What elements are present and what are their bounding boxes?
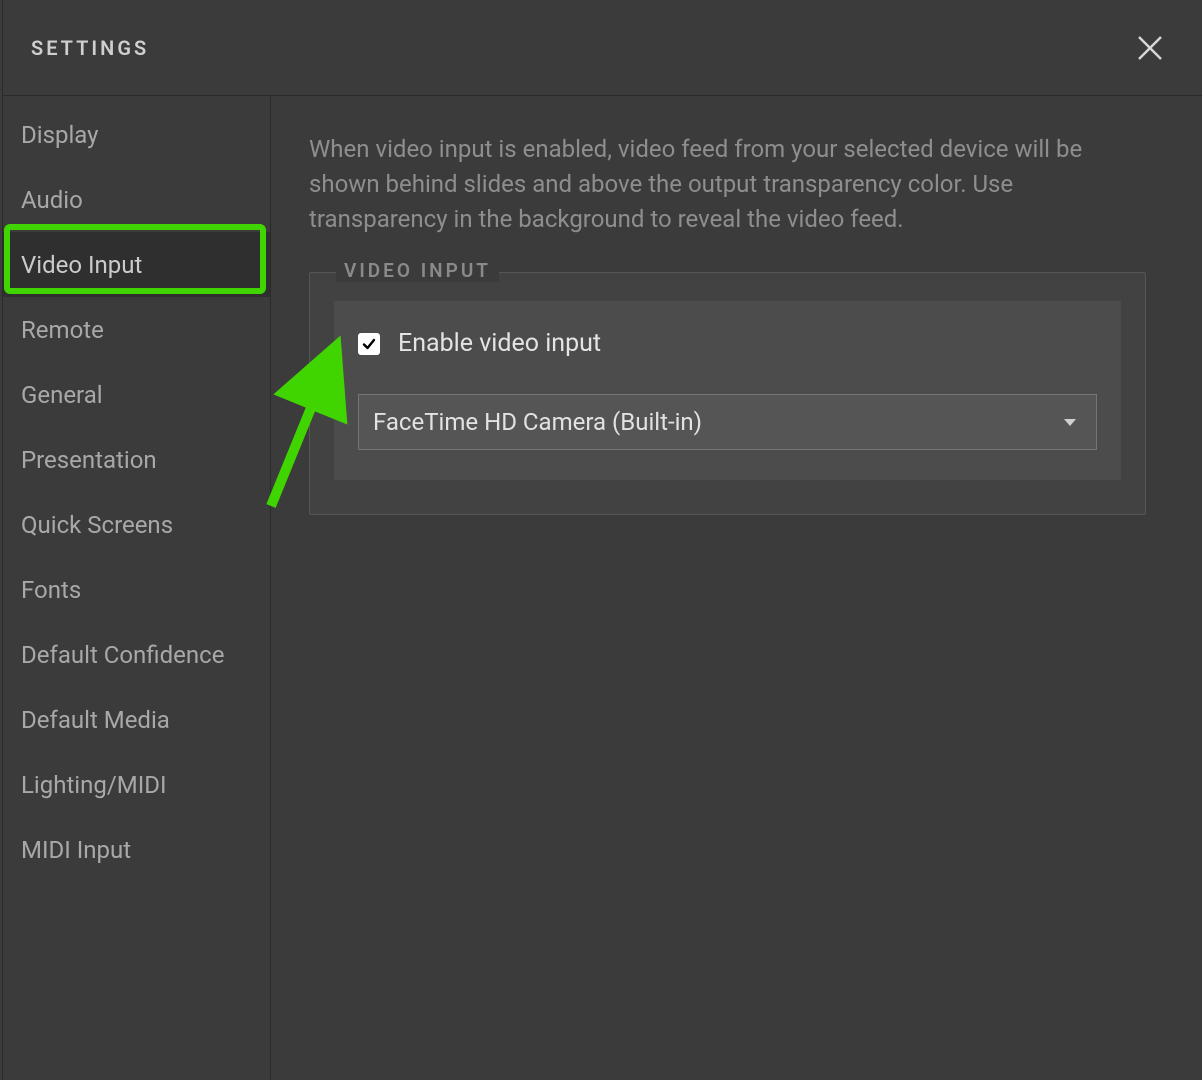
sidebar-item-presentation[interactable]: Presentation <box>3 427 270 492</box>
section-description: When video input is enabled, video feed … <box>309 132 1146 236</box>
video-input-fieldset: VIDEO INPUT Enable video input FaceTime … <box>309 272 1146 515</box>
fieldset-legend: VIDEO INPUT <box>336 259 499 282</box>
sidebar-item-label: Audio <box>21 186 83 214</box>
sidebar-item-label: Fonts <box>21 576 81 604</box>
fieldset-inner-panel: Enable video input FaceTime HD Camera (B… <box>334 301 1121 480</box>
sidebar-item-fonts[interactable]: Fonts <box>3 557 270 622</box>
sidebar-item-label: Presentation <box>21 446 157 474</box>
sidebar-item-label: Video Input <box>21 251 142 279</box>
sidebar-item-lighting-midi[interactable]: Lighting/MIDI <box>3 752 270 817</box>
close-icon <box>1135 33 1165 63</box>
close-button[interactable] <box>1132 30 1168 66</box>
sidebar-item-label: Default Media <box>21 706 170 734</box>
sidebar-item-audio[interactable]: Audio <box>3 167 270 232</box>
sidebar-item-label: Remote <box>21 316 104 344</box>
sidebar-item-midi-input[interactable]: MIDI Input <box>3 817 270 882</box>
sidebar-item-label: MIDI Input <box>21 836 131 864</box>
sidebar-item-default-media[interactable]: Default Media <box>3 687 270 752</box>
sidebar-item-label: Quick Screens <box>21 511 173 539</box>
sidebar-item-display[interactable]: Display <box>3 102 270 167</box>
video-device-select[interactable]: FaceTime HD Camera (Built-in) <box>358 394 1097 450</box>
select-value: FaceTime HD Camera (Built-in) <box>373 408 702 436</box>
sidebar-item-general[interactable]: General <box>3 362 270 427</box>
sidebar-item-remote[interactable]: Remote <box>3 297 270 362</box>
checkmark-icon <box>361 336 377 352</box>
sidebar-item-label: Default Confidence <box>21 641 224 669</box>
settings-window: SETTINGS Display Audio Video Input Remot… <box>2 0 1202 1080</box>
sidebar-item-quick-screens[interactable]: Quick Screens <box>3 492 270 557</box>
sidebar-item-label: Lighting/MIDI <box>21 771 167 799</box>
sidebar: Display Audio Video Input Remote General… <box>3 96 271 1080</box>
enable-video-row: Enable video input <box>358 329 1097 358</box>
content-pane: When video input is enabled, video feed … <box>271 96 1202 1080</box>
sidebar-item-default-confidence[interactable]: Default Confidence <box>3 622 270 687</box>
header-bar: SETTINGS <box>3 0 1202 96</box>
sidebar-item-video-input[interactable]: Video Input <box>3 232 270 297</box>
sidebar-item-label: General <box>21 381 103 409</box>
enable-video-label: Enable video input <box>398 329 601 358</box>
enable-video-checkbox[interactable] <box>358 333 380 355</box>
window-title: SETTINGS <box>31 36 149 60</box>
chevron-down-icon <box>1064 419 1076 426</box>
body-layout: Display Audio Video Input Remote General… <box>3 96 1202 1080</box>
sidebar-item-label: Display <box>21 121 99 149</box>
